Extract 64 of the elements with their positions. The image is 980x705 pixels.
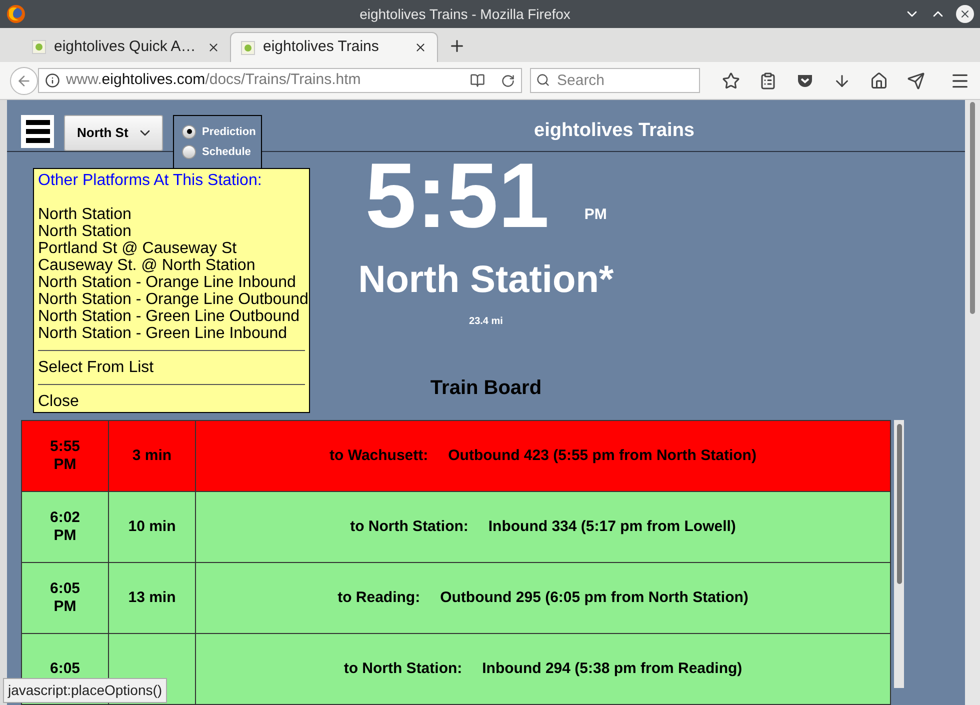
tab-title: eightolives Quick A… (54, 36, 197, 57)
train-text: Inbound 294 (5:38 pm from Reading) (482, 658, 742, 679)
menu-button[interactable] (21, 115, 54, 148)
destination-text: to North Station: (350, 516, 468, 537)
search-field[interactable]: Search (530, 68, 700, 93)
time-cell-text: 6:05 PM (48, 580, 82, 616)
status-bar: javascript:placeOptions() (3, 678, 168, 703)
home-icon[interactable] (870, 72, 888, 90)
platform-option[interactable]: North Station - Orange Line Inbound (38, 274, 305, 291)
destination-text: to Reading: (338, 588, 420, 608)
minutes-cell-text: 3 min (132, 446, 172, 466)
browser-tab[interactable]: eightolives Quick A… (22, 32, 230, 62)
platform-option[interactable]: Portland St @ Causeway St (38, 240, 305, 257)
bookmark-star-icon[interactable] (722, 72, 740, 90)
back-arrow-icon (16, 72, 32, 88)
mode-radio[interactable]: Schedule (182, 144, 261, 160)
platform-option[interactable]: North Station - Green Line Outbound (38, 308, 305, 325)
destination-text: to Wachusett: (330, 446, 428, 466)
destination-text: to North Station: (344, 658, 462, 679)
back-button[interactable] (10, 66, 38, 94)
platform-option[interactable]: North Station (38, 223, 305, 240)
minutes-cell-text: 13 min (128, 588, 176, 608)
clock-time: 5:51 (365, 146, 550, 246)
search-icon (536, 73, 550, 87)
popup-action[interactable]: Close (38, 393, 305, 410)
distance-text: 23.4 mi (469, 315, 503, 329)
platform-option[interactable]: Causeway St. @ North Station (38, 257, 305, 274)
close-window-button[interactable] (956, 5, 974, 23)
window-title: eightolives Trains - Mozilla Firefox (358, 4, 572, 24)
train-text: Outbound 295 (6:05 pm from North Station) (440, 588, 748, 608)
close-tab-icon[interactable] (414, 41, 427, 54)
send-icon[interactable] (907, 72, 925, 90)
info-icon[interactable] (44, 73, 60, 88)
minutes-cell-text: 10 min (128, 516, 176, 537)
station-dropdown[interactable]: North St (64, 115, 163, 151)
platform-option[interactable]: North Station - Orange Line Outbound (38, 291, 305, 308)
time-cell-text: 6:05 (48, 660, 82, 678)
bookmarks-list-icon[interactable] (759, 72, 777, 90)
table-scrollbar[interactable] (894, 420, 904, 688)
platform-option[interactable]: North Station - Green Line Inbound (38, 325, 305, 342)
close-icon (959, 8, 971, 20)
train-text: Outbound 423 (5:55 pm from North Station) (448, 446, 756, 466)
popup-action[interactable]: Select From List (38, 359, 305, 376)
new-tab-icon[interactable] (448, 37, 466, 55)
tab-title: eightolives Trains (263, 37, 380, 58)
board-title: Train Board (430, 376, 542, 401)
reload-icon[interactable] (501, 74, 515, 88)
mode-radio[interactable]: Prediction (182, 124, 261, 140)
tab-favicon-icon (32, 40, 46, 54)
reader-view-icon[interactable] (470, 73, 485, 88)
browser-tab[interactable]: eightolives Trains (230, 32, 438, 62)
close-tab-icon[interactable] (207, 40, 220, 54)
popup-heading: Other Platforms At This Station: (38, 172, 263, 189)
tab-favicon-icon (241, 40, 255, 54)
url-text: www.eightolives.com/docs/Trains/Trains.htm (66, 70, 362, 90)
clock-ampm: PM (584, 204, 607, 224)
page-title: eightolives Trains (534, 119, 694, 143)
platform-option[interactable]: North Station (38, 206, 305, 223)
time-cell-text: 6:02 PM (48, 509, 82, 545)
browser-logo-icon (6, 4, 26, 24)
time-cell-text: 5:55 PM (48, 438, 82, 474)
address-bar[interactable]: www.eightolives.com/docs/Trains/Trains.htm (38, 68, 522, 93)
station-name[interactable]: North Station* (358, 258, 614, 302)
train-text: Inbound 334 (5:17 pm from Lowell) (488, 516, 736, 537)
